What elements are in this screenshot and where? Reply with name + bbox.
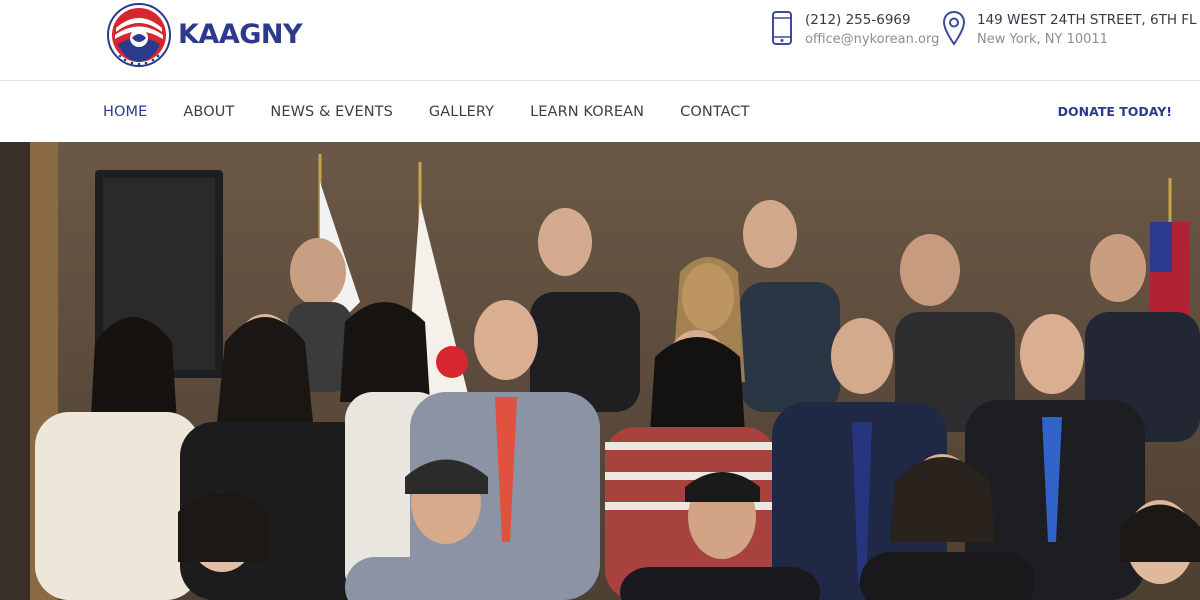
donate-button[interactable]: DONATE TODAY! <box>1058 104 1172 119</box>
nav-item-learn-korean[interactable]: LEARN KOREAN <box>530 104 644 120</box>
nav-item-home[interactable]: HOME <box>103 104 147 120</box>
site-logo[interactable]: KAAGNY <box>106 2 303 68</box>
group-photo-illustration <box>0 142 1200 600</box>
address-contact: 149 WEST 24TH STREET, 6TH FL New York, N… <box>942 10 1197 50</box>
address-line-1: 149 WEST 24TH STREET, 6TH FL <box>977 12 1197 28</box>
logo-emblem-icon <box>107 3 171 67</box>
nav-item-news-events[interactable]: NEWS & EVENTS <box>270 104 393 120</box>
logo-text: KAAGNY <box>178 18 303 50</box>
nav-menu: HOME ABOUT NEWS & EVENTS GALLERY LEARN K… <box>103 82 786 142</box>
phone-icon <box>772 11 792 45</box>
nav-item-about[interactable]: ABOUT <box>183 104 234 120</box>
email-link[interactable]: office@nykorean.org <box>805 30 939 50</box>
map-pin-icon <box>942 10 966 46</box>
nav-item-gallery[interactable]: GALLERY <box>429 104 494 120</box>
site-header: KAAGNY (212) 255-6969 office@nykorean.or… <box>0 0 1200 81</box>
main-nav: HOME ABOUT NEWS & EVENTS GALLERY LEARN K… <box>0 82 1200 142</box>
address-line-2: New York, NY 10011 <box>977 32 1108 47</box>
nav-item-contact[interactable]: CONTACT <box>680 104 749 120</box>
phone-contact: (212) 255-6969 office@nykorean.org <box>770 10 939 50</box>
phone-number[interactable]: (212) 255-6969 <box>805 10 939 30</box>
hero-photo <box>0 142 1200 600</box>
